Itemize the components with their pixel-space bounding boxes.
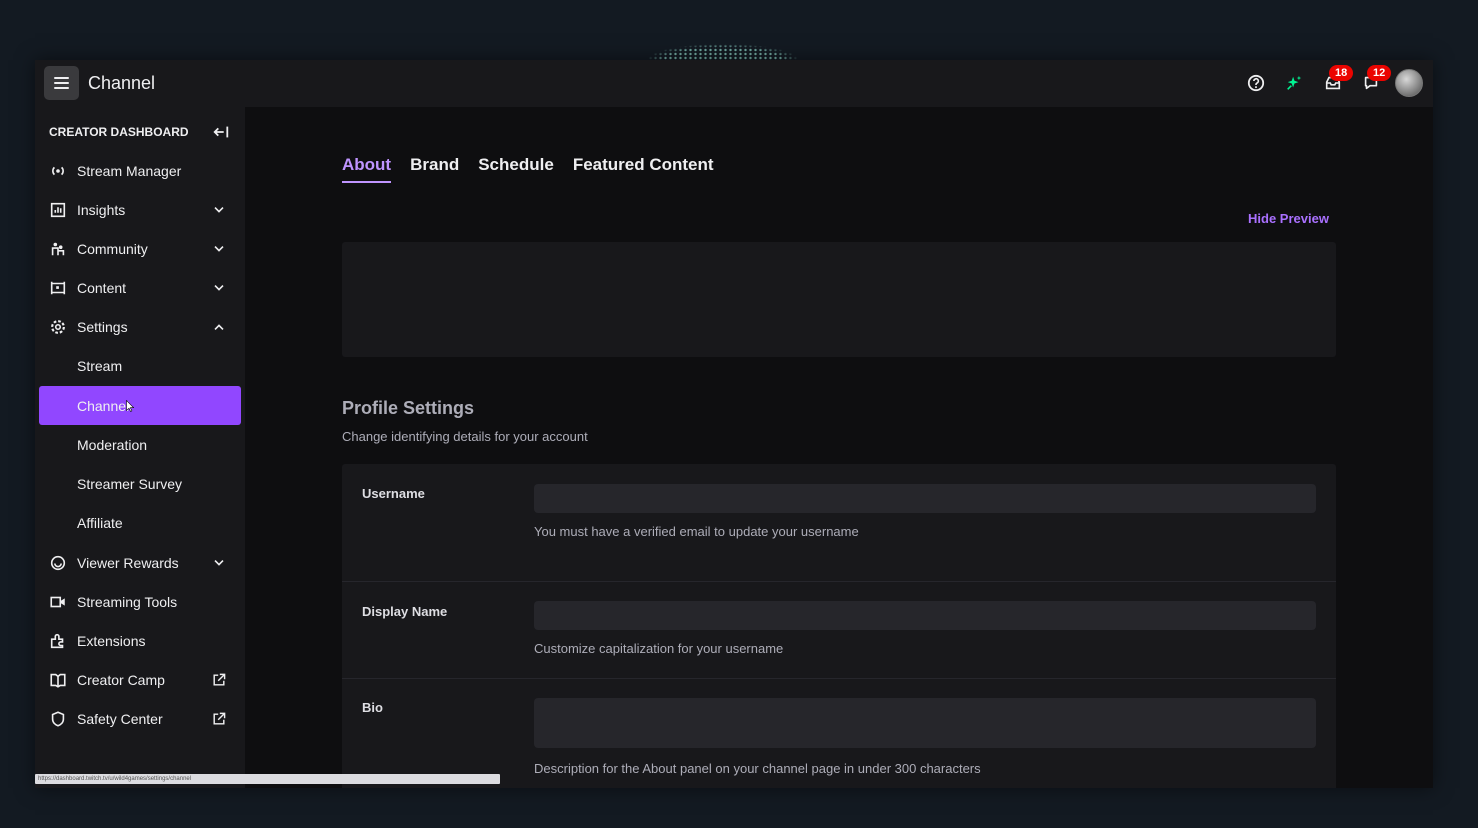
sidebar-item-extensions[interactable]: Extensions: [39, 621, 241, 660]
profile-settings-card: Username You must have a verified email …: [342, 464, 1336, 788]
profile-settings-title: Profile Settings: [342, 398, 475, 418]
crown-sparkle-button[interactable]: [1282, 71, 1306, 95]
display-name-input[interactable]: [534, 601, 1316, 630]
chevron-down-icon: [214, 284, 224, 291]
sidebar-item-safety-center[interactable]: Safety Center: [39, 699, 241, 738]
username-input[interactable]: [534, 484, 1316, 513]
display-name-help-text: Customize capitalization for your userna…: [534, 641, 784, 656]
hamburger-menu-button[interactable]: [44, 66, 79, 100]
sidebar-item-label: Channel: [77, 397, 130, 414]
inbox-count-badge: 18: [1329, 65, 1354, 81]
tab-brand[interactable]: Brand: [410, 155, 459, 183]
user-avatar[interactable]: [1395, 69, 1423, 97]
shield-icon: [49, 710, 67, 728]
sidebar-item-label: Content: [77, 279, 127, 296]
sidebar-item-moderation[interactable]: Moderation: [39, 425, 241, 464]
sidebar-item-label: Affiliate: [77, 514, 123, 531]
puzzle-icon: [49, 632, 67, 650]
channel-preview-panel: [342, 242, 1336, 357]
username-label: Username: [362, 486, 425, 501]
sidebar-item-stream-manager[interactable]: Stream Manager: [39, 151, 241, 190]
sidebar-item-channel[interactable]: Channel: [39, 386, 241, 425]
menu-icon: [54, 77, 69, 79]
external-link-icon: [213, 712, 226, 725]
sidebar-item-label: Viewer Rewards: [77, 554, 179, 571]
sidebar-item-affiliate[interactable]: Affiliate: [39, 503, 241, 542]
sidebar-item-streamer-survey[interactable]: Streamer Survey: [39, 464, 241, 503]
broadcast-icon: [49, 162, 67, 180]
sidebar-item-label: Safety Center: [77, 710, 163, 727]
creator-dashboard-sidebar: CREATOR DASHBOARD Stream Manager Insight…: [35, 107, 245, 788]
sidebar-item-settings[interactable]: Settings: [39, 307, 241, 346]
bio-help-text: Description for the About panel on your …: [534, 761, 981, 776]
sidebar-item-label: Insights: [77, 201, 126, 218]
decorative-dots: [648, 44, 798, 60]
sidebar-item-label: Settings: [77, 318, 128, 335]
sidebar-item-viewer-rewards[interactable]: Viewer Rewards: [39, 543, 241, 582]
notifications-button[interactable]: 12: [1359, 65, 1392, 95]
external-link-icon: [213, 673, 226, 686]
rewards-icon: [49, 554, 67, 572]
sidebar-item-label: Extensions: [77, 632, 146, 649]
sidebar-item-insights[interactable]: Insights: [39, 190, 241, 229]
display-name-label: Display Name: [362, 604, 448, 619]
tab-featured-content[interactable]: Featured Content: [573, 155, 714, 183]
content-icon: [49, 279, 67, 297]
sidebar-item-content[interactable]: Content: [39, 268, 241, 307]
chevron-down-icon: [214, 559, 224, 566]
community-icon: [49, 240, 67, 258]
browser-status-url: https://dashboard.twitch.tv/u/wild4games…: [35, 774, 500, 784]
chevron-down-icon: [214, 245, 224, 252]
chevron-up-icon: [214, 323, 224, 330]
notification-count-badge: 12: [1367, 65, 1392, 81]
sidebar-item-label: Stream Manager: [77, 162, 182, 179]
sidebar-item-label: Streamer Survey: [77, 475, 183, 492]
bio-textarea[interactable]: [534, 698, 1316, 748]
bio-row: Bio Description for the About panel on y…: [342, 679, 1336, 788]
sidebar-item-label: Creator Camp: [77, 671, 165, 688]
sidebar-item-label: Streaming Tools: [77, 593, 178, 610]
sidebar-item-label: Community: [77, 240, 148, 257]
username-row: Username You must have a verified email …: [342, 464, 1336, 582]
chevron-down-icon: [214, 206, 224, 213]
help-button[interactable]: [1244, 71, 1268, 95]
sidebar-item-streaming-tools[interactable]: Streaming Tools: [39, 582, 241, 621]
inbox-button[interactable]: 18: [1321, 65, 1354, 95]
channel-settings-tabs: About Brand Schedule Featured Content: [342, 155, 733, 183]
display-name-row: Display Name Customize capitalization fo…: [342, 582, 1336, 679]
mouse-cursor-icon: [126, 400, 134, 412]
collapse-sidebar-icon[interactable]: [212, 123, 230, 141]
sidebar-item-stream[interactable]: Stream: [39, 346, 241, 385]
sidebar-item-label: Moderation: [77, 436, 148, 453]
page-title: Channel: [88, 73, 156, 93]
tab-schedule[interactable]: Schedule: [478, 155, 554, 183]
sparkle-icon: [1287, 75, 1302, 90]
hide-preview-link[interactable]: Hide Preview: [1248, 211, 1329, 226]
tab-about[interactable]: About: [342, 155, 392, 183]
profile-settings-subtitle: Change identifying details for your acco…: [342, 429, 588, 444]
main-content: About Brand Schedule Featured Content Hi…: [245, 107, 1433, 788]
insights-chart-icon: [49, 201, 67, 219]
top-bar: Channel 18 12: [35, 60, 1433, 107]
sidebar-header: CREATOR DASHBOARD: [49, 125, 189, 139]
sidebar-item-community[interactable]: Community: [39, 229, 241, 268]
sidebar-item-label: Stream: [77, 357, 123, 374]
gear-icon: [49, 318, 67, 336]
app-window: Channel 18 12 CREATOR DASHBOARD Stream M…: [35, 60, 1433, 788]
book-icon: [49, 671, 67, 689]
sidebar-item-creator-camp[interactable]: Creator Camp: [39, 660, 241, 699]
username-help-text: You must have a verified email to update…: [534, 524, 859, 539]
help-icon: [1247, 74, 1265, 92]
bio-label: Bio: [362, 700, 383, 715]
video-camera-icon: [49, 593, 67, 611]
